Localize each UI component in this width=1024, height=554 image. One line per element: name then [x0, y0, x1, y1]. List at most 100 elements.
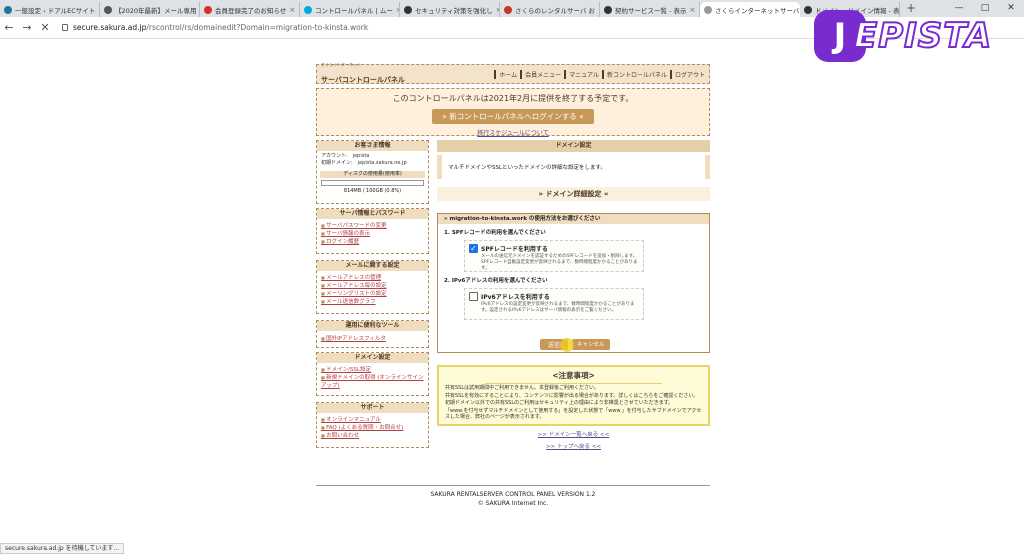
nav-member-menu[interactable]: 会員メニュー [520, 69, 561, 79]
browser-tab[interactable]: さくらインターネットサーバコ× [700, 2, 800, 17]
account-line: アカウント: jepista [321, 153, 370, 159]
page-title: ドメイン設定 [437, 140, 710, 152]
domain-line: 初期ドメイン: jepista.sakura.ne.jp [321, 160, 407, 166]
back-to-domain-list-link[interactable]: >> ドメイン一覧へ戻る << [437, 430, 710, 438]
jepista-logo: J EPISTA [814, 10, 1010, 62]
forward-icon[interactable]: → [18, 21, 36, 34]
tab-favicon-icon [104, 5, 112, 14]
sidebar-section-support: サポート オンラインマニュアル FAQ (よくある質問・お問合せ) お問い合わせ [316, 402, 429, 448]
sidebar-item[interactable]: サーバ情報の表示 [317, 230, 428, 238]
brand-sub: さくらインターネット [321, 62, 361, 67]
caution-title: <注意事項> [485, 370, 662, 384]
tab-favicon-icon [804, 5, 812, 14]
nav-new-cp[interactable]: 新コントロールパネル [601, 69, 667, 79]
nav-home[interactable]: ホーム [494, 69, 517, 79]
account-info: アカウント: jepista 初期ドメイン: jepista.sakura.ne… [317, 151, 428, 169]
browser-tab[interactable]: さくらのレンタルサーバ お× [500, 2, 600, 17]
tab-label: 【2020年最新】メール専用 [115, 6, 197, 15]
sidebar-item[interactable]: お問い合わせ [317, 432, 428, 440]
tab-close-icon[interactable]: × [289, 6, 295, 14]
url-path: /rscontrol/rs/domainedit?Domain=migratio… [146, 23, 369, 32]
tab-favicon-icon [504, 5, 512, 14]
nav-logout[interactable]: ログアウト [669, 69, 705, 79]
sidebar-item[interactable]: オンラインマニュアル [317, 416, 428, 424]
main-panel: ドメイン設定 マルチドメインやSSLといったドメインの詳細な設定をします。 » … [437, 140, 710, 450]
cancel-button[interactable]: キャンセル [572, 339, 610, 350]
section-title: 運用に便利なツール [317, 321, 428, 331]
browser-tab[interactable]: コントロールパネル | ムー× [300, 2, 400, 17]
sidebar-item[interactable]: ドメイン/SSL設定 [317, 366, 428, 374]
spf-description: メールの送信元ドメインを認証するためのSPFレコードを追加・削除します。SPFレ… [481, 254, 638, 271]
logo-text: EPISTA [853, 15, 993, 57]
sidebar-item[interactable]: サーバパスワードの変更 [317, 222, 428, 230]
sidebar-item[interactable]: ログイン履歴 [317, 238, 428, 246]
caution-line: 共有SSLは試用期間中ご利用できません。本登録後ご利用ください。 [445, 385, 599, 391]
section-title: メールに関する設定 [317, 261, 428, 271]
tab-label: 会員登録完了のお知らせ [215, 6, 287, 15]
spf-checkbox[interactable]: ✓ [469, 244, 478, 253]
ipv6-checkbox[interactable] [469, 292, 478, 301]
question-spf: 1. SPFレコードの利用を選んでください [444, 230, 546, 236]
sidebar-item[interactable]: メーリングリストの設定 [317, 290, 428, 298]
back-icon[interactable]: ← [0, 21, 18, 34]
spf-label: SPFレコードを利用する [481, 246, 548, 253]
section-title: サーバ情報とパスワード [317, 209, 428, 219]
tab-favicon-icon [604, 5, 612, 14]
lock-icon [62, 24, 68, 31]
ipv6-label: IPv6アドレスを利用する [481, 294, 550, 301]
disk-usage-title: ディスクの使用量(使用率) [320, 171, 425, 178]
notice-text: このコントロールパネルは2021年2月に提供を終了する予定です。 [392, 94, 634, 103]
sidebar-item[interactable]: 新規ドメインの取得 (オンラインサインアップ) [317, 374, 428, 390]
back-to-top-link[interactable]: >> トップへ戻る << [437, 442, 710, 450]
new-cp-login-button[interactable]: » 新コントロールパネルへログインする « [432, 109, 594, 124]
caution-line: 「www.を付与せずマルチドメインとして使用する」を設定した状態で「www.」を… [445, 407, 702, 421]
sidebar-item[interactable]: メールアドレスの管理 [317, 274, 428, 282]
tab-favicon-icon [4, 5, 12, 14]
browser-tab[interactable]: 契約サービス一覧 - 表示 × [600, 2, 700, 17]
browser-tab[interactable]: 一般設定 ‹ ドアルECサイト× [0, 2, 100, 17]
sidebar-item[interactable]: メールアドレス毎の設定 [317, 282, 428, 290]
tab-close-icon[interactable]: × [689, 6, 695, 14]
sidebar-section-server: サーバ情報とパスワード サーバパスワードの変更 サーバ情報の表示 ログイン履歴 [316, 208, 429, 254]
section-title: サポート [317, 403, 428, 413]
settings-title: » migration-to-kinsta.work の使用方法をお選びください [438, 214, 709, 224]
footer: SAKURA RENTALSERVER CONTROL PANEL VERSIO… [316, 485, 710, 508]
sidebar-item[interactable]: FAQ (よくある質問・お問合せ) [317, 424, 428, 432]
url-host: secure.sakura.ad.jp [73, 23, 147, 32]
sidebar-section-mail: メールに関する設定 メールアドレスの管理 メールアドレス毎の設定 メーリングリス… [316, 260, 429, 314]
sidebar-section-domain: ドメイン設定 ドメイン/SSL設定 新規ドメインの取得 (オンラインサインアップ… [316, 352, 429, 396]
footer-version: SAKURA RENTALSERVER CONTROL PANEL VERSIO… [430, 491, 596, 498]
tab-label: さくらのレンタルサーバ お [515, 6, 596, 15]
browser-tab[interactable]: 【2020年最新】メール専用× [100, 2, 200, 17]
question-ipv6: 2. IPv6アドレスの利用を選んでください [444, 278, 548, 284]
tab-favicon-icon [204, 5, 212, 14]
tab-label: セキュリティ対策を強化し [415, 6, 493, 15]
ipv6-option: IPv6アドレスを利用する IPv6アドレスの設定変更が反映されるまで、数時間程… [464, 288, 644, 320]
schedule-link[interactable]: 移行スケジュールについて [317, 128, 709, 137]
tab-label: 契約サービス一覧 - 表示 [615, 6, 687, 15]
browser-tab[interactable]: 会員登録完了のお知らせ × [200, 2, 300, 17]
section-subtitle: » ドメイン詳細設定 « [437, 187, 710, 201]
tab-favicon-icon [404, 5, 412, 14]
cp-brand: さくらインターネット サーバコントロールパネル [321, 62, 405, 86]
disk-usage-bar [321, 180, 424, 186]
cp-header: さくらインターネット サーバコントロールパネル ホーム 会員メニュー マニュアル… [316, 62, 710, 86]
section-title: ドメイン設定 [317, 353, 428, 363]
domain-settings-box: » migration-to-kinsta.work の使用方法をお選びください… [437, 213, 710, 353]
header-nav: ホーム 会員メニュー マニュアル 新コントロールパネル ログアウト [494, 69, 705, 79]
tab-label: 一般設定 ‹ ドアルECサイト [15, 6, 96, 15]
notice-box: このコントロールパネルは2021年2月に提供を終了する予定です。 » 新コントロ… [316, 88, 710, 137]
stop-icon[interactable]: ✕ [36, 21, 54, 34]
customer-info-box: お客さま情報 アカウント: jepista 初期ドメイン: jepista.sa… [316, 140, 429, 204]
footer-copyright: © SAKURA Internet Inc. [477, 500, 549, 507]
caution-line: 共有SSLを有効にすることにより、コンテンツに影響が出る場合があります。詳しくは… [445, 392, 699, 399]
sidebar-item[interactable]: 国外IPアドレスフィルタ [317, 335, 428, 343]
page-description: マルチドメインやSSLといったドメインの詳細な設定をします。 [437, 155, 710, 179]
tab-label: さくらインターネットサーバコ [715, 6, 800, 15]
nav-manual[interactable]: マニュアル [564, 69, 599, 79]
browser-tab[interactable]: セキュリティ対策を強化し× [400, 2, 500, 17]
brand-main: サーバコントロールパネル [321, 76, 405, 84]
sidebar-item[interactable]: メール送信数グラフ [317, 298, 428, 306]
caution-box: <注意事項> 共有SSLは試用期間中ご利用できません。本登録後ご利用ください。 … [437, 365, 710, 426]
tab-favicon-icon [704, 5, 712, 14]
